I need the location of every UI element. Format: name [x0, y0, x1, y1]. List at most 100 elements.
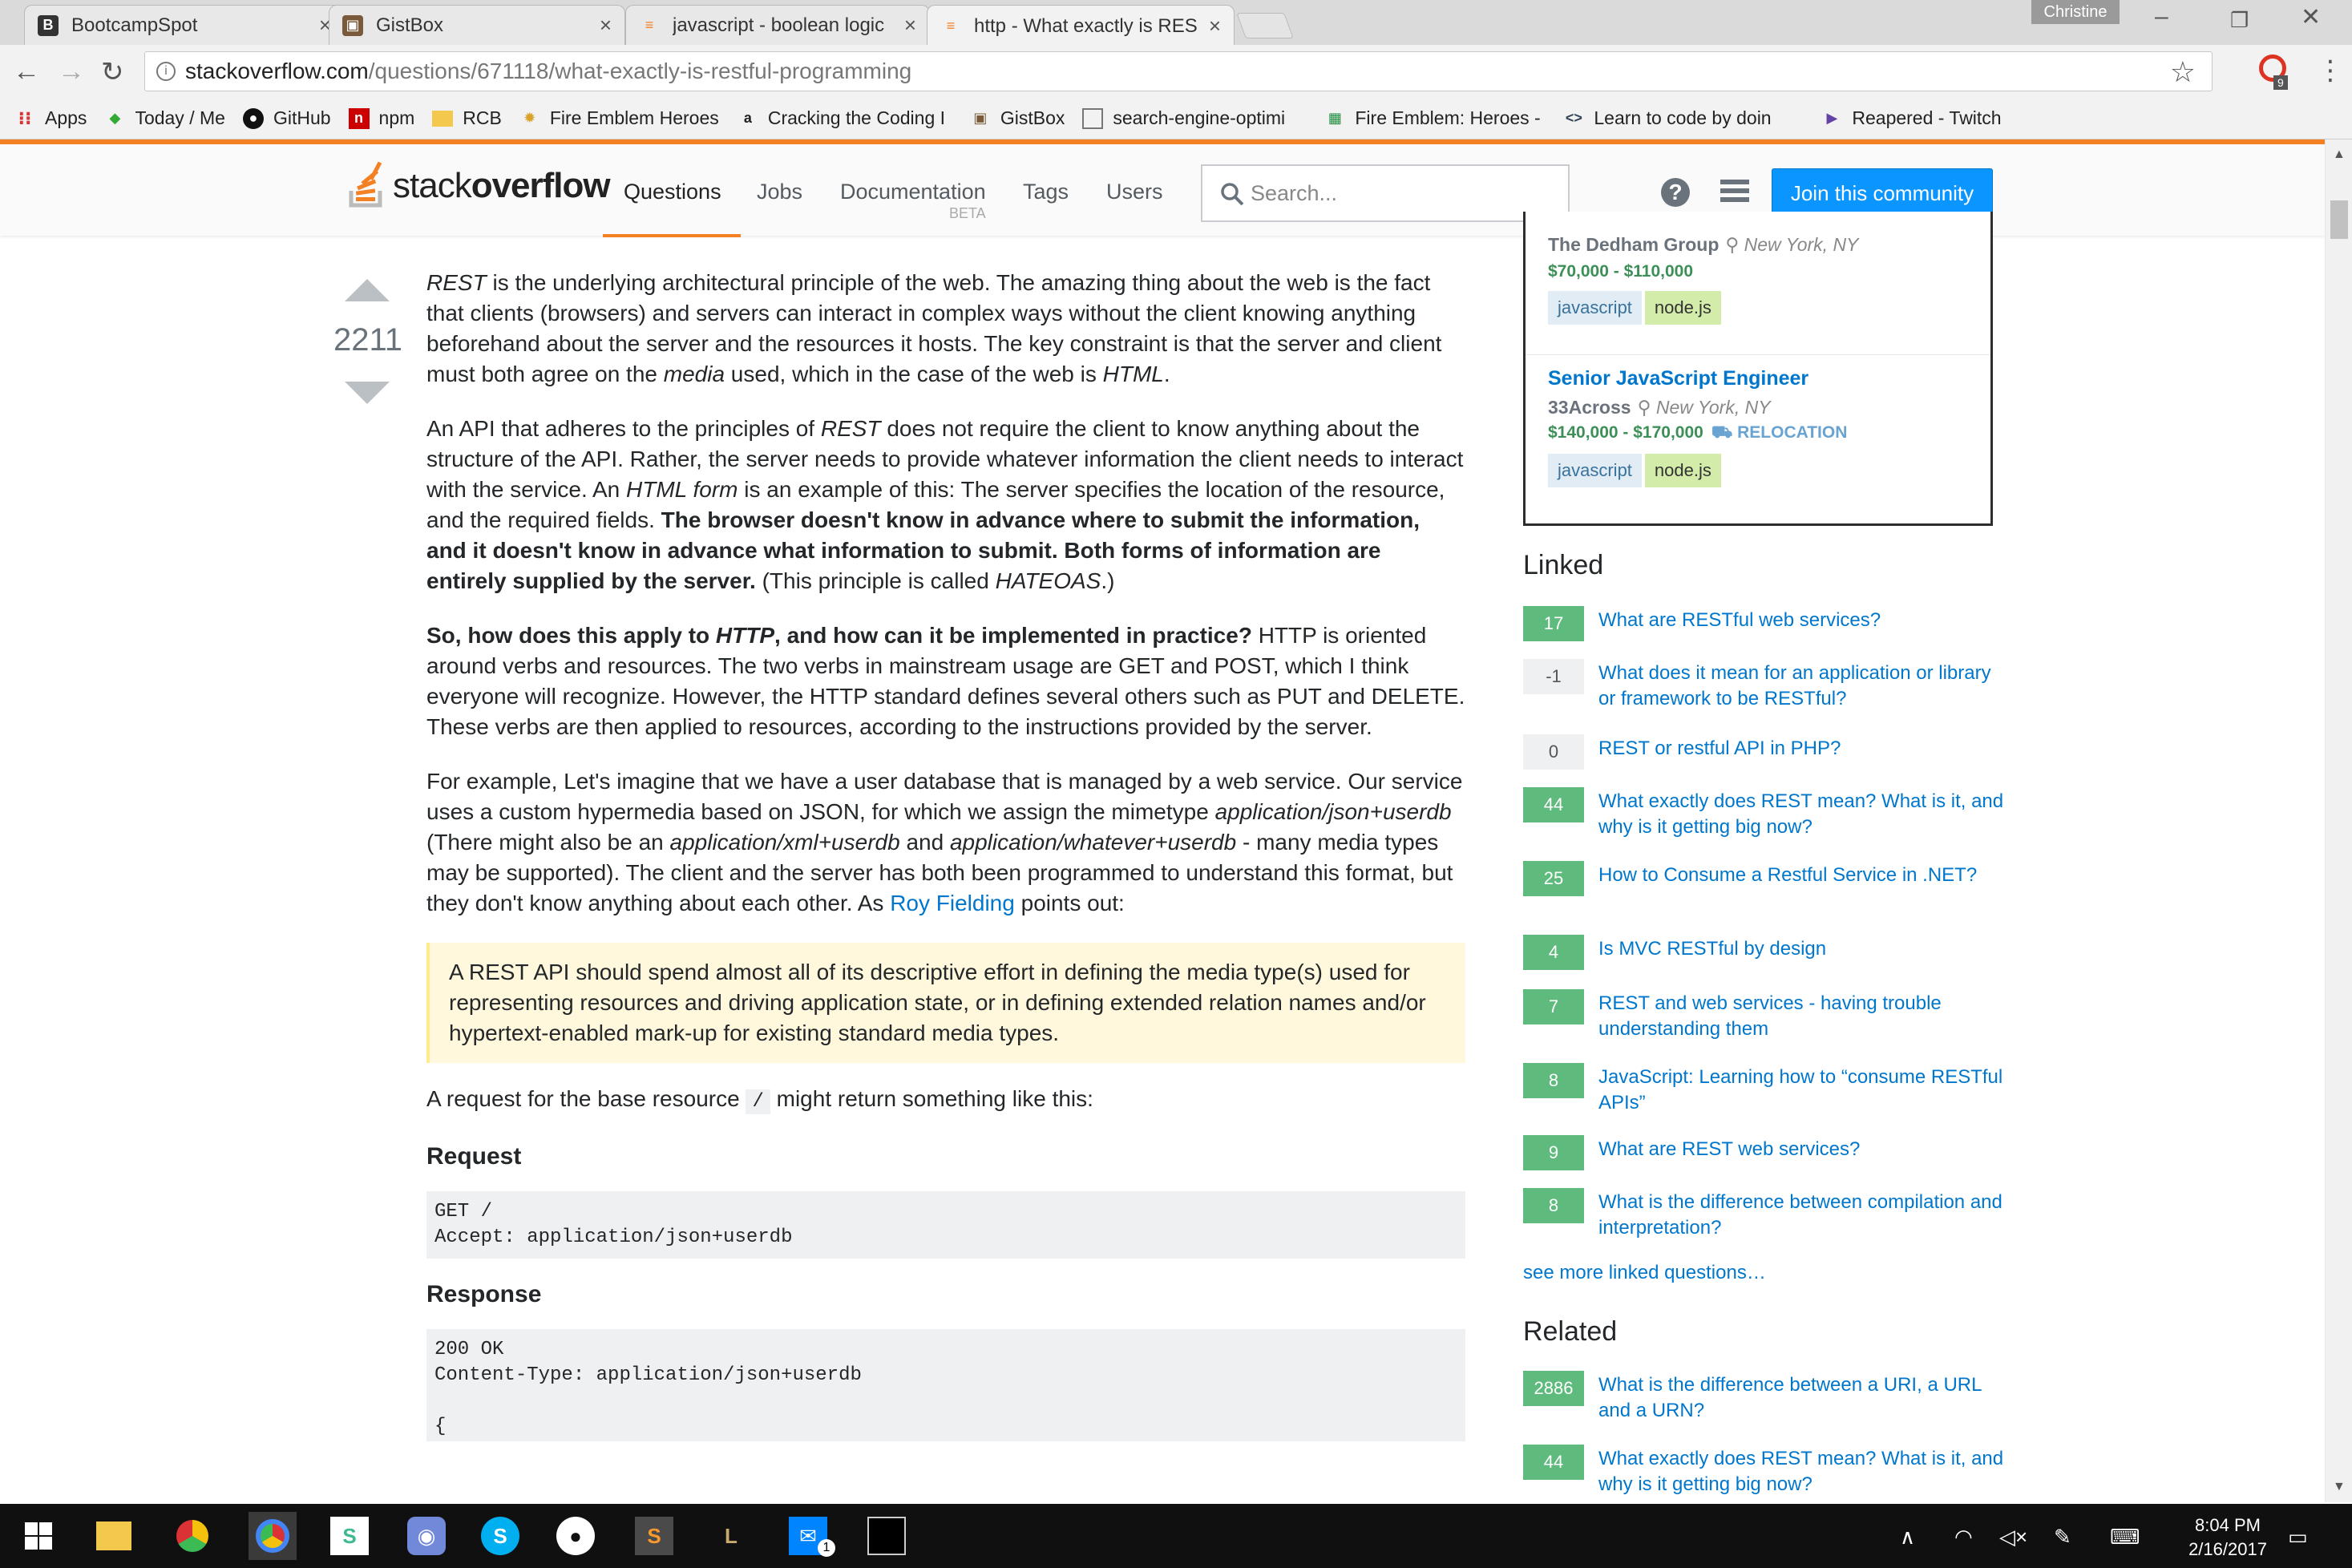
windows-start-icon[interactable]	[19, 1517, 58, 1555]
tag-nodejs[interactable]: node.js	[1644, 454, 1721, 487]
pen-icon[interactable]: ✎	[2054, 1525, 2071, 1550]
question-title-link[interactable]: What does it mean for an application or …	[1598, 659, 2004, 712]
see-more-linked-link[interactable]: see more linked questions…	[1523, 1262, 1766, 1284]
tag-javascript[interactable]: javascript	[1548, 291, 1642, 325]
question-link-row[interactable]: 9 What are REST web services?	[1523, 1135, 2004, 1170]
question-title-link[interactable]: REST or restful API in PHP?	[1598, 734, 1841, 762]
bookmark-fire-emblem-sheet[interactable]: ▦ Fire Emblem: Heroes -	[1324, 107, 1546, 129]
tab-bootcampspot[interactable]: B BootcampSpot ×	[24, 5, 345, 45]
nav-tags[interactable]: Tags	[1023, 180, 1069, 204]
close-tab-icon[interactable]: ×	[600, 13, 612, 38]
scrollbar-thumb[interactable]	[2330, 200, 2348, 239]
notifications-icon[interactable]: ▭	[2288, 1525, 2308, 1550]
question-title-link[interactable]: What are REST web services?	[1598, 1135, 1860, 1162]
question-link-row[interactable]: 0 REST or restful API in PHP?	[1523, 734, 2004, 770]
bookmark-gistbox[interactable]: ▣ GistBox	[970, 107, 1065, 129]
bookmark-rcb[interactable]: RCB	[432, 107, 502, 129]
close-window-icon[interactable]: ✕	[2301, 3, 2321, 31]
bookmark-star-icon[interactable]: ☆	[2170, 55, 2196, 89]
forward-icon[interactable]: →	[58, 56, 85, 87]
chrome-canary-icon[interactable]	[173, 1517, 212, 1555]
question-link-row[interactable]: 7 REST and web services - having trouble …	[1523, 989, 2004, 1042]
code-icon: <>	[1565, 110, 1582, 126]
back-icon[interactable]: ←	[13, 56, 40, 87]
question-link-row[interactable]: 8 What is the difference between compilat…	[1523, 1188, 2004, 1241]
bookmark-today-me[interactable]: ◆ Today / Me	[104, 107, 225, 129]
tab-javascript-boolean[interactable]: ≡ javascript - boolean logic ×	[625, 5, 930, 45]
bookmark-fire-emblem[interactable]: ✹ Fire Emblem Heroes W	[519, 107, 720, 129]
question-title-link[interactable]: REST and web services - having trouble u…	[1598, 989, 2004, 1042]
terminal-icon[interactable]	[867, 1517, 906, 1555]
wifi-icon[interactable]: ◠	[1954, 1525, 1973, 1550]
bookmark-apps[interactable]: ⁝⁝ Apps	[14, 107, 87, 129]
tag-nodejs[interactable]: node.js	[1644, 291, 1721, 325]
upvote-arrow-icon[interactable]	[345, 279, 390, 301]
review-queue-icon[interactable]	[1720, 180, 1749, 205]
downvote-arrow-icon[interactable]	[345, 382, 390, 404]
league-of-legends-icon[interactable]: L	[712, 1517, 750, 1555]
page-scrollbar[interactable]: ▲ ▼	[2325, 139, 2352, 1502]
job-title[interactable]: Senior JavaScript Engineer	[1548, 367, 1981, 390]
scroll-down-arrow-icon[interactable]: ▼	[2333, 1480, 2346, 1494]
nav-jobs[interactable]: Jobs	[757, 180, 802, 204]
profile-badge[interactable]: Christine	[2031, 0, 2120, 24]
nav-documentation[interactable]: Documentation	[840, 180, 986, 204]
bookmark-cracking-coding[interactable]: a Cracking the Coding I	[738, 107, 952, 129]
skype-icon[interactable]: S	[481, 1517, 519, 1555]
close-tab-icon[interactable]: ×	[904, 13, 916, 38]
question-link-row[interactable]: 2886 What is the difference between a URI…	[1523, 1371, 2004, 1424]
question-link-row[interactable]: 17 What are RESTful web services?	[1523, 606, 2004, 641]
search-input[interactable]: Search...	[1201, 164, 1570, 222]
question-link-row[interactable]: 8 JavaScript: Learning how to “consume RE…	[1523, 1063, 2004, 1116]
new-tab-button[interactable]	[1236, 13, 1294, 38]
github-desktop-icon[interactable]: ●	[556, 1517, 595, 1555]
question-link-row[interactable]: -1 What does it mean for an application o…	[1523, 659, 2004, 712]
reload-icon[interactable]: ↻	[101, 56, 124, 88]
job-listing[interactable]: Senior JavaScript Engineer 33Across ⚲ New…	[1548, 367, 1981, 487]
nav-questions[interactable]: Questions	[624, 180, 721, 204]
chrome-icon[interactable]	[249, 1512, 297, 1560]
question-title-link[interactable]: Is MVC RESTful by design	[1598, 935, 1826, 962]
author-link[interactable]: Roy Fielding	[890, 891, 1015, 915]
join-community-button[interactable]: Join this community	[1772, 168, 1993, 218]
question-title-link[interactable]: What are RESTful web services?	[1598, 606, 1881, 633]
restore-icon[interactable]: ❐	[2230, 8, 2249, 33]
job-listing[interactable]: The Dedham Group ⚲ New York, NY $70,000 -…	[1548, 234, 1981, 325]
file-explorer-icon[interactable]	[96, 1522, 131, 1550]
bookmark-seo[interactable]: search-engine-optimi	[1082, 107, 1307, 129]
volume-muted-icon[interactable]: ◁×	[1999, 1525, 2027, 1550]
slack-icon[interactable]: S	[330, 1517, 369, 1555]
tab-what-is-restful[interactable]: ≡ http - What exactly is RES ×	[927, 5, 1235, 46]
question-link-row[interactable]: 4 Is MVC RESTful by design	[1523, 935, 2004, 970]
system-clock[interactable]: 8:04 PM 2/16/2017	[2168, 1513, 2288, 1562]
question-title-link[interactable]: How to Consume a Restful Service in .NET…	[1598, 861, 1977, 888]
nav-users[interactable]: Users	[1106, 180, 1163, 204]
address-bar[interactable]: i stackoverflow.com/questions/671118/wha…	[144, 51, 2213, 91]
bookmark-twitch[interactable]: ▶ Reapered - Twitch	[1821, 107, 2001, 129]
question-title-link[interactable]: What exactly does REST mean? What is it,…	[1598, 787, 2004, 840]
sublime-text-icon[interactable]: S	[635, 1517, 673, 1555]
discord-icon[interactable]: ◉	[407, 1517, 446, 1555]
minimize-icon[interactable]: –	[2155, 3, 2168, 30]
chrome-menu-icon[interactable]: ⋮	[2317, 55, 2344, 87]
bookmark-npm[interactable]: n npm	[348, 107, 414, 129]
scroll-up-arrow-icon[interactable]: ▲	[2333, 148, 2346, 162]
question-link-row[interactable]: 25 How to Consume a Restful Service in .N…	[1523, 861, 2004, 896]
bookmark-learn-code[interactable]: <> Learn to code by doin	[1563, 107, 1804, 129]
question-link-row[interactable]: 44 What exactly does REST mean? What is i…	[1523, 1445, 2004, 1497]
question-link-row[interactable]: 44 What exactly does REST mean? What is i…	[1523, 787, 2004, 840]
tag-javascript[interactable]: javascript	[1548, 454, 1642, 487]
question-title-link[interactable]: What exactly does REST mean? What is it,…	[1598, 1445, 2004, 1497]
company-name: 33Across	[1548, 397, 1631, 418]
keyboard-icon[interactable]: ⌨	[2110, 1525, 2140, 1550]
question-title-link[interactable]: What is the difference between a URI, a …	[1598, 1371, 2004, 1424]
close-tab-icon[interactable]: ×	[1209, 14, 1221, 38]
question-title-link[interactable]: What is the difference between compilati…	[1598, 1188, 2004, 1241]
tray-chevron-icon[interactable]: ∧	[1900, 1525, 1915, 1550]
help-icon[interactable]: ?	[1661, 178, 1690, 207]
info-icon[interactable]: i	[156, 62, 176, 81]
bookmark-github[interactable]: ● GitHub	[242, 107, 331, 129]
tab-gistbox[interactable]: ▣ GistBox ×	[329, 5, 625, 45]
stackoverflow-logo[interactable]: stackoverflow	[346, 161, 611, 210]
question-title-link[interactable]: JavaScript: Learning how to “consume RES…	[1598, 1063, 2004, 1116]
